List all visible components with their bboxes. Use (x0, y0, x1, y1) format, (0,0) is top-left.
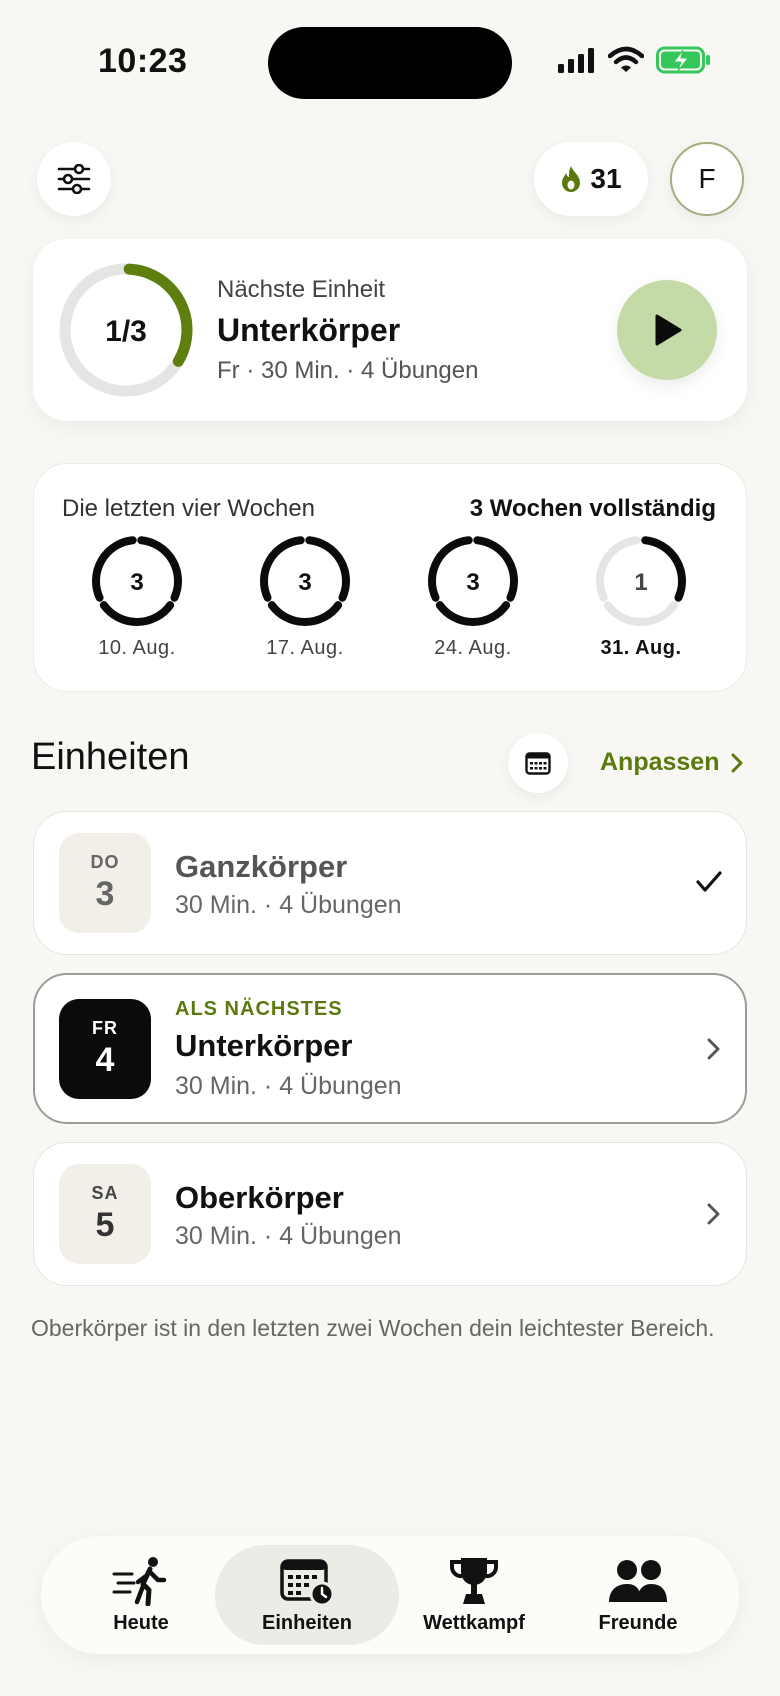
tab-wettkampf[interactable]: Wettkampf (394, 1556, 554, 1635)
sliders-icon (57, 164, 91, 194)
trophy-icon (449, 1558, 499, 1604)
date-tile: SA 5 (59, 1164, 151, 1264)
week-ring: 1 (596, 536, 686, 626)
flame-icon (562, 166, 581, 192)
week-count: 3 (298, 569, 311, 596)
unit-title: Oberkörper (175, 1180, 344, 1215)
avatar-initial: F (698, 163, 716, 194)
tab-label: Wettkampf (423, 1612, 525, 1634)
filter-button[interactable] (37, 142, 111, 216)
tab-freunde[interactable]: Freunde (558, 1556, 718, 1635)
wifi-icon (608, 46, 644, 72)
unit-meta: 30 Min. · 4 Übungen (175, 1222, 402, 1250)
calendar-button[interactable] (508, 733, 568, 793)
week-ring-segment (137, 536, 182, 602)
week-count: 1 (634, 569, 647, 596)
next-badge: ALS NÄCHSTES (175, 998, 343, 1020)
week-ring-segment (305, 536, 350, 602)
week-date: 24. Aug. (434, 637, 512, 659)
next-session-title: Unterkörper (217, 312, 401, 348)
people-icon (609, 1560, 667, 1602)
status-icons (556, 46, 712, 74)
date-day: 3 (95, 875, 115, 913)
tab-label: Einheiten (261, 1612, 352, 1634)
session-progress-ring: 1/3 (59, 263, 193, 397)
weeks-label: Die letzten vier Wochen (62, 495, 316, 522)
adjust-link[interactable]: Anpassen (600, 748, 743, 777)
unit-meta: 30 Min. · 4 Übungen (175, 1072, 402, 1100)
week-ring: 3 (260, 536, 350, 626)
dynamic-island (268, 27, 512, 99)
week-date: 10. Aug. (98, 637, 176, 659)
chevron-right-icon (731, 753, 743, 772)
date-dow: FR (92, 1018, 118, 1038)
week-ring: 3 (428, 536, 518, 626)
avatar[interactable]: F (670, 142, 744, 216)
tab-heute[interactable]: Heute (61, 1556, 221, 1635)
progress-text: 1/3 (105, 315, 147, 348)
chevron-right-icon (707, 1203, 720, 1225)
week-ring-segment (260, 536, 305, 602)
week-ring-segment (641, 536, 686, 602)
cellular-signal-icon (558, 48, 594, 73)
week-count: 3 (130, 569, 143, 596)
week-item[interactable]: 3 (255, 531, 355, 636)
week-ring-segment (603, 601, 679, 626)
tab-einheiten[interactable]: Einheiten (227, 1556, 387, 1635)
walking-person-icon (112, 1557, 167, 1606)
start-session-button[interactable] (617, 280, 717, 380)
week-count: 3 (466, 569, 479, 596)
checkmark-icon (696, 871, 722, 892)
week-date: 17. Aug. (266, 637, 344, 659)
week-item[interactable]: 3 (87, 531, 187, 636)
hint-text: Oberkörper ist in den letzten zwei Woche… (31, 1315, 715, 1341)
streak-badge[interactable]: 31 (534, 142, 648, 216)
date-tile: DO 3 (59, 833, 151, 933)
week-ring: 3 (92, 536, 182, 626)
week-item[interactable]: 1 (591, 531, 691, 636)
date-day: 5 (95, 1206, 115, 1244)
calendar-clock-icon (280, 1559, 335, 1606)
week-ring-segment (267, 601, 343, 626)
weeks-status: 3 Wochen vollständig (469, 495, 716, 522)
week-ring-segment (473, 536, 518, 602)
week-ring-segment (92, 536, 137, 602)
date-dow: SA (91, 1183, 119, 1203)
calendar-icon (525, 752, 551, 775)
date-tile: FR 4 (59, 999, 151, 1099)
streak-count: 31 (590, 163, 622, 194)
status-time: 10:23 (98, 42, 188, 80)
battery-charging-icon (656, 46, 710, 74)
week-item[interactable]: 3 (423, 531, 523, 636)
week-date: 31. Aug. (600, 637, 682, 659)
section-title: Einheiten (31, 736, 190, 778)
next-session-meta: Fr · 30 Min. · 4 Übungen (217, 357, 479, 384)
next-session-label: Nächste Einheit (217, 276, 386, 303)
date-day: 4 (95, 1041, 115, 1079)
unit-title: Ganzkörper (175, 849, 348, 884)
week-ring-segment (596, 536, 641, 602)
tab-label: Heute (113, 1612, 169, 1634)
week-ring-segment (99, 601, 175, 626)
unit-title: Unterkörper (175, 1028, 353, 1063)
unit-meta: 30 Min. · 4 Übungen (175, 891, 402, 919)
week-ring-segment (428, 536, 473, 602)
play-icon (655, 314, 682, 346)
chevron-right-icon (707, 1038, 720, 1060)
adjust-label: Anpassen (600, 748, 720, 776)
tab-label: Freunde (598, 1612, 678, 1634)
week-ring-segment (435, 601, 511, 626)
date-dow: DO (90, 852, 120, 872)
